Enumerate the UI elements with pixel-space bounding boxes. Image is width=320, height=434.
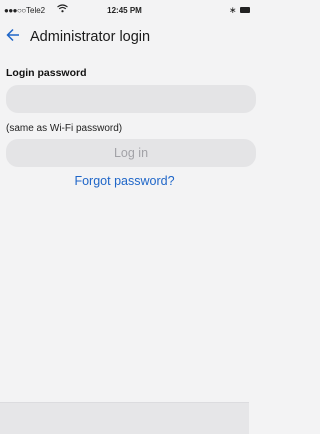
status-bar: ●●●○○ Tele2 12:45 PM ∗: [0, 0, 250, 20]
status-time: 12:45 PM: [107, 6, 142, 15]
login-button[interactable]: Log in: [6, 139, 256, 167]
password-input[interactable]: [6, 85, 256, 113]
forgot-password-link[interactable]: Forgot password?: [0, 174, 249, 188]
bluetooth-icon: ∗: [229, 5, 237, 15]
page-title: Administrator login: [30, 29, 151, 45]
password-label: Login password: [6, 67, 87, 79]
navigation-bar: Administrator login: [0, 22, 249, 50]
bottom-toolbar: [0, 402, 249, 434]
back-arrow-icon[interactable]: [6, 27, 20, 43]
battery-icon: [240, 7, 250, 13]
password-hint: (same as Wi-Fi password): [6, 123, 123, 134]
